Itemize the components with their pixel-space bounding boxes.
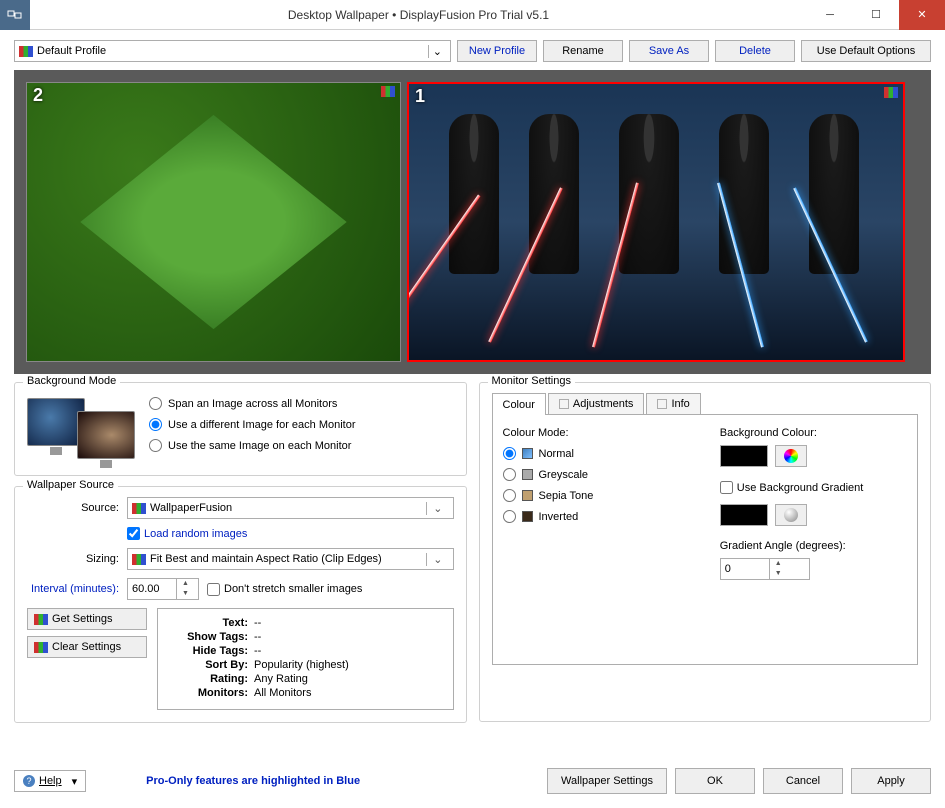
background-mode-legend: Background Mode [23, 375, 120, 387]
app-icon [0, 0, 30, 30]
source-flag-icon [381, 86, 395, 97]
monitor-number: 2 [33, 85, 43, 106]
spinner-down-icon[interactable]: ▼ [770, 569, 787, 579]
bg-colour-label: Background Colour: [720, 427, 907, 439]
help-button[interactable]: ?Help▾ [14, 770, 86, 792]
sizing-label: Sizing: [27, 553, 119, 565]
colour-tab-panel: Colour Mode: Normal Greyscale Sepia Tone… [492, 415, 919, 665]
monitor-2-preview[interactable]: 2 [26, 82, 401, 362]
bg-colour-picker-button[interactable] [775, 445, 807, 467]
minimize-button[interactable]: ─ [807, 0, 853, 30]
pro-features-note: Pro-Only features are highlighted in Blu… [146, 775, 360, 787]
sizing-combo[interactable]: Fit Best and maintain Aspect Ratio (Clip… [127, 548, 454, 570]
chevron-down-icon: ⌄ [426, 502, 448, 515]
interval-spinner[interactable]: ▲▼ [127, 578, 199, 600]
interval-input[interactable] [128, 583, 176, 595]
monitor-number: 1 [415, 86, 425, 107]
colour-mode-label: Colour Mode: [503, 427, 690, 439]
same-radio[interactable]: Use the same Image on each Monitor [149, 439, 356, 452]
load-random-checkbox[interactable]: Load random images [127, 527, 247, 540]
wallpaperfusion-icon [132, 503, 146, 514]
ok-button[interactable]: OK [675, 768, 755, 794]
source-combo[interactable]: WallpaperFusion ⌄ [127, 497, 454, 519]
wallpaper-thumb-starwars [409, 84, 903, 360]
monitor-tabs: Colour Adjustments Info [492, 393, 919, 415]
spinner-up-icon[interactable]: ▲ [770, 559, 787, 569]
sepia-swatch-icon [522, 490, 533, 501]
span-radio[interactable]: Span an Image across all Monitors [149, 397, 356, 410]
checkbox-icon [559, 399, 569, 409]
spinner-up-icon[interactable]: ▲ [177, 579, 194, 589]
sphere-icon [784, 508, 798, 522]
help-icon: ? [23, 775, 35, 787]
profile-icon [19, 46, 33, 57]
wallpaper-thumb-leaf [27, 83, 400, 361]
chevron-down-icon: ▾ [72, 775, 78, 788]
clear-settings-button[interactable]: Clear Settings [27, 636, 147, 658]
spinner-down-icon[interactable]: ▼ [177, 589, 194, 599]
monitor-1-preview[interactable]: 1 [407, 82, 905, 362]
use-default-options-button[interactable]: Use Default Options [801, 40, 931, 62]
dont-stretch-checkbox[interactable]: Don't stretch smaller images [207, 583, 362, 596]
chevron-down-icon: ⌄ [428, 45, 446, 58]
source-info-box: Text:-- Show Tags:-- Hide Tags:-- Sort B… [157, 608, 454, 710]
monitor-settings-legend: Monitor Settings [488, 375, 575, 387]
colour-wheel-icon [784, 449, 798, 463]
monitor-settings-group: Monitor Settings Colour Adjustments Info… [479, 382, 932, 722]
grey-swatch-icon [522, 469, 533, 480]
wallpaper-settings-button[interactable]: Wallpaper Settings [547, 768, 667, 794]
different-radio[interactable]: Use a different Image for each Monitor [149, 418, 356, 431]
interval-label: Interval (minutes): [27, 583, 119, 595]
source-flag-icon [884, 87, 898, 98]
checkbox-icon [657, 399, 667, 409]
monitors-illustration-icon [27, 393, 137, 463]
profile-selected: Default Profile [37, 45, 106, 57]
folder-icon [34, 614, 48, 625]
cancel-button[interactable]: Cancel [763, 768, 843, 794]
chevron-down-icon: ⌄ [426, 553, 448, 566]
inverted-radio[interactable]: Inverted [503, 510, 690, 523]
window-titlebar: Desktop Wallpaper • DisplayFusion Pro Tr… [0, 0, 945, 30]
close-button[interactable]: ✕ [899, 0, 945, 30]
profile-dropdown[interactable]: Default Profile ⌄ [14, 40, 451, 62]
profile-toolbar: Default Profile ⌄ New Profile Rename Sav… [0, 30, 945, 70]
background-mode-group: Background Mode Span an Image across all… [14, 382, 467, 476]
new-profile-button[interactable]: New Profile [457, 40, 537, 62]
window-title: Desktop Wallpaper • DisplayFusion Pro Tr… [30, 8, 807, 22]
inverted-swatch-icon [522, 511, 533, 522]
rename-button[interactable]: Rename [543, 40, 623, 62]
gradient-angle-input[interactable] [721, 563, 769, 575]
source-label: Source: [27, 502, 119, 514]
tab-colour[interactable]: Colour [492, 393, 546, 415]
sepia-radio[interactable]: Sepia Tone [503, 489, 690, 502]
wallpaper-source-group: Wallpaper Source Source: WallpaperFusion… [14, 486, 467, 723]
maximize-button[interactable]: ☐ [853, 0, 899, 30]
folder-icon [34, 642, 48, 653]
gradient-colour-picker-button[interactable] [775, 504, 807, 526]
sizing-icon [132, 554, 146, 565]
normal-radio[interactable]: Normal [503, 447, 690, 460]
save-as-button[interactable]: Save As [629, 40, 709, 62]
apply-button[interactable]: Apply [851, 768, 931, 794]
greyscale-radio[interactable]: Greyscale [503, 468, 690, 481]
get-settings-button[interactable]: Get Settings [27, 608, 147, 630]
wallpaper-source-legend: Wallpaper Source [23, 479, 118, 491]
delete-button[interactable]: Delete [715, 40, 795, 62]
bg-colour-swatch [720, 445, 768, 467]
tab-adjustments[interactable]: Adjustments [548, 393, 645, 415]
normal-swatch-icon [522, 448, 533, 459]
footer: ?Help▾ Pro-Only features are highlighted… [14, 768, 931, 794]
gradient-angle-label: Gradient Angle (degrees): [720, 540, 907, 552]
monitor-previews: 2 1 [14, 70, 931, 374]
use-gradient-checkbox[interactable]: Use Background Gradient [720, 481, 907, 494]
tab-info[interactable]: Info [646, 393, 700, 415]
gradient-colour-swatch [720, 504, 768, 526]
gradient-angle-spinner[interactable]: ▲▼ [720, 558, 810, 580]
